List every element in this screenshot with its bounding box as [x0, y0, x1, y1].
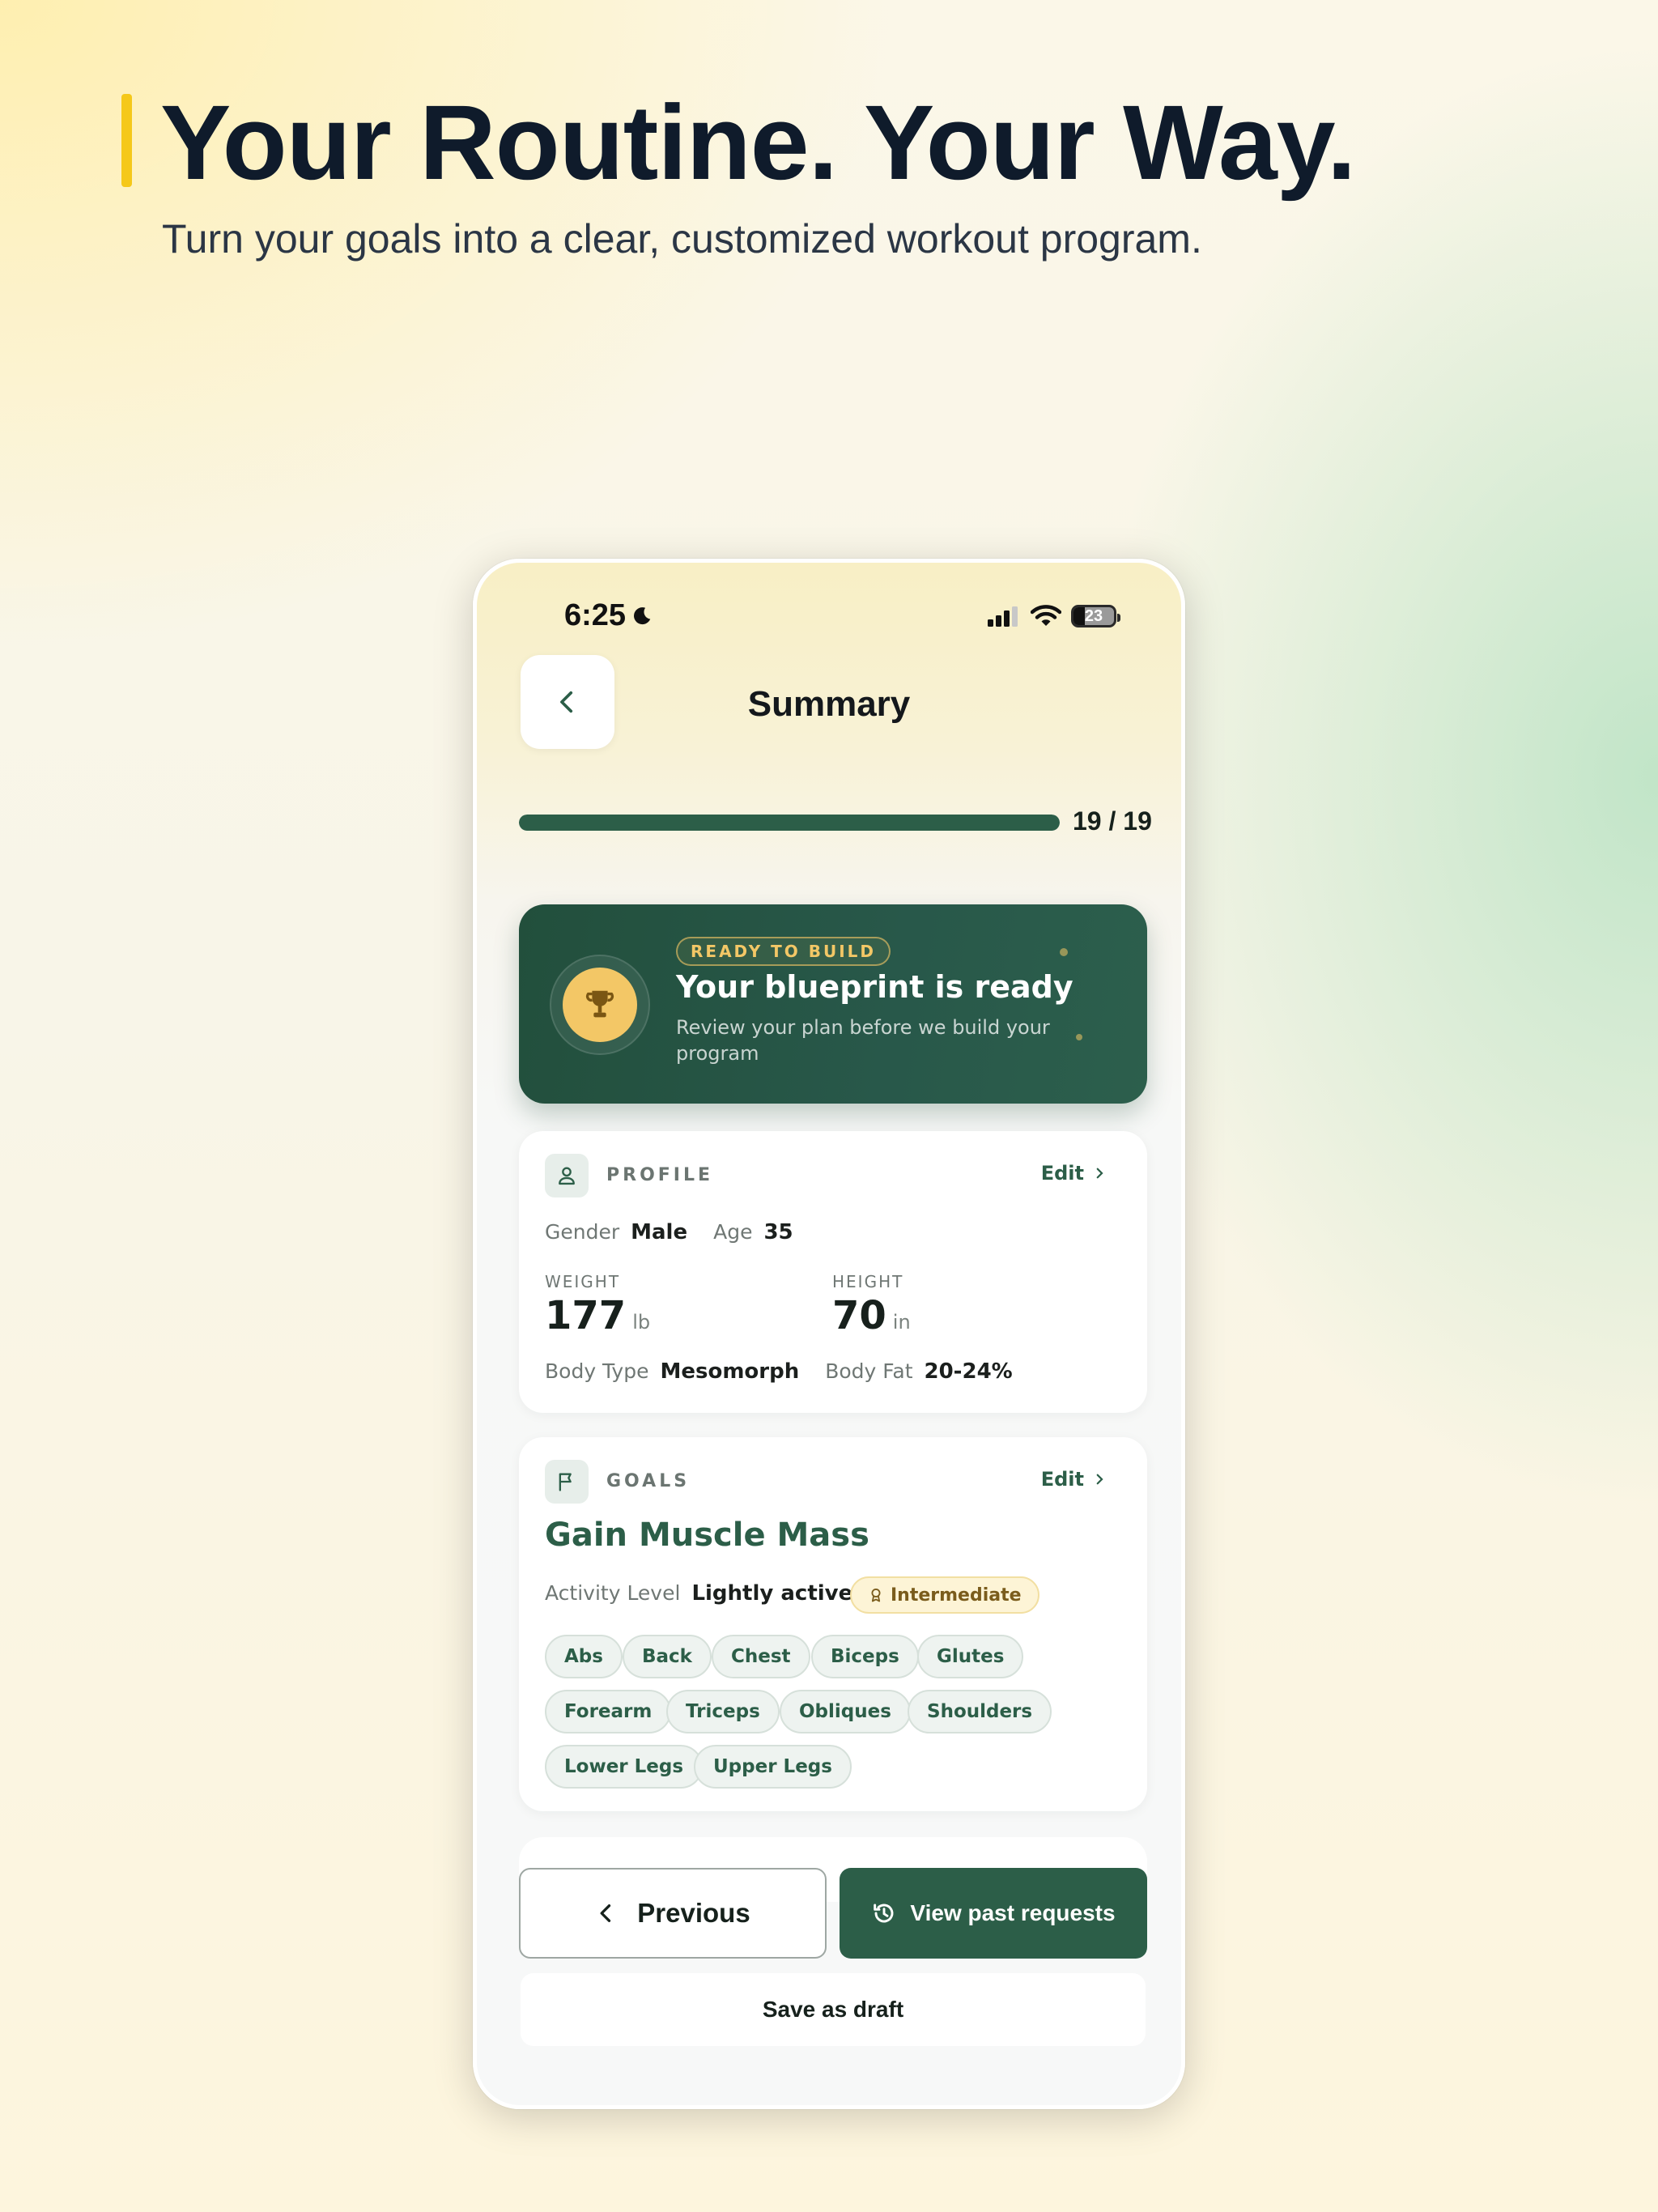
view-past-requests-button[interactable]: View past requests — [840, 1868, 1147, 1959]
profile-heading: PROFILE — [606, 1165, 714, 1185]
activity-level-label: Activity Level — [545, 1581, 681, 1605]
decorative-dot — [1076, 1034, 1082, 1040]
signal-icon — [988, 606, 1018, 627]
user-icon — [559, 1167, 575, 1185]
chevron-right-icon — [1096, 1474, 1103, 1485]
muscle-chip[interactable]: Biceps — [811, 1635, 919, 1678]
ready-card-description: Review your plan before we build your pr… — [676, 1016, 1050, 1066]
decorative-dot — [1060, 948, 1068, 956]
screen-title: Summary — [747, 684, 911, 724]
phone-frame: 6:25 23 Summary 19 / 19 READY TO BUILD Y… — [473, 559, 1185, 2109]
status-time: 6:25 — [564, 598, 653, 633]
muscle-chip[interactable]: Triceps — [666, 1690, 780, 1733]
body-row: Body Type Mesomorph Body Fat 20-24% — [545, 1359, 1013, 1384]
muscle-chip[interactable]: Abs — [545, 1635, 623, 1678]
medal-icon — [871, 1589, 881, 1602]
profile-section-icon — [545, 1154, 589, 1197]
battery-level: 23 — [1084, 606, 1103, 625]
experience-level-text: Intermediate — [891, 1585, 1022, 1606]
progress-bar — [519, 815, 1060, 831]
weight-label: WEIGHT — [545, 1272, 621, 1291]
history-icon — [874, 1904, 894, 1923]
muscle-chip[interactable]: Glutes — [917, 1635, 1024, 1678]
muscle-chip[interactable]: Chest — [712, 1635, 810, 1678]
height-unit: in — [892, 1311, 911, 1334]
edit-goals-link[interactable]: Edit — [1041, 1468, 1107, 1491]
muscle-chip[interactable]: Lower Legs — [545, 1745, 704, 1789]
muscle-chip[interactable]: Upper Legs — [694, 1745, 852, 1789]
chevron-left-icon — [600, 1904, 611, 1922]
body-fat-value: 20-24% — [924, 1359, 1013, 1384]
age-label: Age — [713, 1220, 753, 1244]
save-as-draft-button[interactable]: Save as draft — [521, 1973, 1146, 2046]
previous-button[interactable]: Previous — [519, 1868, 827, 1959]
previous-button-label: Previous — [637, 1898, 750, 1928]
ready-card-title: Your blueprint is ready — [676, 969, 1073, 1005]
muscle-chip[interactable]: Obliques — [780, 1690, 911, 1733]
wifi-icon — [1031, 605, 1061, 626]
body-type-label: Body Type — [545, 1359, 649, 1383]
gender-row: Gender Male Age 35 — [545, 1220, 793, 1244]
muscle-chip[interactable]: Shoulders — [908, 1690, 1052, 1733]
status-time-text: 6:25 — [564, 598, 627, 632]
headline-accent-bar — [121, 94, 132, 187]
profile-card: PROFILE Edit Gender Male Age 35 WEIGHT 1… — [519, 1131, 1147, 1413]
view-past-requests-label: View past requests — [910, 1900, 1116, 1925]
trophy-badge — [550, 955, 650, 1055]
moon-icon — [634, 606, 651, 624]
edit-goals-label: Edit — [1040, 1468, 1084, 1491]
experience-level-badge: Intermediate — [850, 1576, 1039, 1614]
height-value: 70 — [832, 1293, 886, 1338]
ready-status-badge: READY TO BUILD — [676, 937, 891, 966]
primary-goal: Gain Muscle Mass — [545, 1516, 869, 1554]
goals-heading: GOALS — [606, 1471, 691, 1491]
blueprint-ready-card: READY TO BUILD Your blueprint is ready R… — [519, 904, 1147, 1104]
status-icons: 23 — [987, 605, 1120, 627]
weight-stat: WEIGHT 177 lb — [545, 1272, 650, 1338]
weight-value: 177 — [545, 1293, 627, 1338]
trophy-icon — [585, 990, 614, 1018]
progress-counter: 19 / 19 — [1073, 806, 1152, 836]
body-fat-label: Body Fat — [825, 1359, 913, 1383]
muscle-chip[interactable]: Back — [623, 1635, 712, 1678]
goals-section-icon — [545, 1460, 589, 1504]
marketing-subtitle: Turn your goals into a clear, customized… — [162, 216, 1202, 262]
edit-profile-label: Edit — [1040, 1162, 1084, 1185]
gender-value: Male — [631, 1220, 688, 1244]
weight-unit: lb — [632, 1311, 651, 1334]
body-type-value: Mesomorph — [660, 1359, 800, 1384]
gender-label: Gender — [545, 1220, 620, 1244]
marketing-headline: Your Routine. Your Way. — [160, 83, 1356, 202]
flag-icon — [559, 1473, 572, 1491]
battery-icon: 23 — [1071, 605, 1120, 627]
age-value: 35 — [763, 1220, 793, 1244]
height-stat: HEIGHT 70 in — [832, 1272, 911, 1338]
progress-bar-fill — [519, 815, 1060, 831]
goals-card: GOALS Edit Gain Muscle Mass Activity Lev… — [519, 1437, 1147, 1811]
status-bar: 6:25 23 — [477, 563, 1181, 652]
activity-level-value: Lightly active — [691, 1581, 853, 1606]
chevron-right-icon — [1096, 1168, 1103, 1179]
muscle-chip[interactable]: Forearm — [545, 1690, 672, 1733]
activity-row: Activity Level Lightly active — [545, 1581, 852, 1606]
height-label: HEIGHT — [832, 1272, 904, 1291]
edit-profile-link[interactable]: Edit — [1041, 1162, 1107, 1185]
